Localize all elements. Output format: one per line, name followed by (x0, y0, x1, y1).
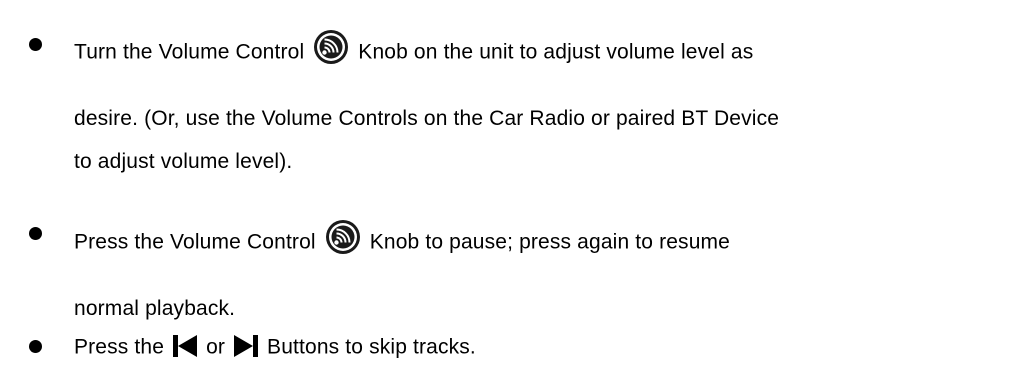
bullet-2-text-before: Press the Volume Control (74, 230, 316, 254)
volume-knob-icon (324, 218, 362, 256)
volume-knob-icon (312, 28, 350, 66)
previous-track-icon (172, 334, 198, 358)
bullet-1-text-before: Turn the Volume Control (74, 40, 305, 64)
bullet-2-line-1: Press the Volume Control Knob to pause; … (74, 220, 731, 262)
bullet-point-3 (29, 340, 42, 353)
next-track-icon (233, 334, 259, 358)
bullet-2-text-after: Knob to pause; press again to resume (369, 230, 731, 254)
bullet-point-1 (29, 38, 42, 51)
bullet-3-text-before: Press the (74, 335, 165, 359)
bullet-2-line-2: normal playback. (74, 297, 236, 320)
bullet-1-line-2: desire. (Or, use the Volume Controls on … (74, 107, 780, 130)
bullet-1-line-1: Turn the Volume Control Knob on the unit… (74, 30, 754, 72)
bullet-3-line-1: Press the or Buttons to skip tracks. (74, 334, 476, 360)
bullet-3-text-after: Buttons to skip tracks. (267, 335, 476, 359)
bullet-1-line-3: to adjust volume level). (74, 150, 293, 173)
bullet-point-2 (29, 227, 42, 240)
bullet-1-text-after: Knob on the unit to adjust volume level … (358, 40, 754, 64)
bullet-3-text-middle: or (206, 335, 226, 359)
